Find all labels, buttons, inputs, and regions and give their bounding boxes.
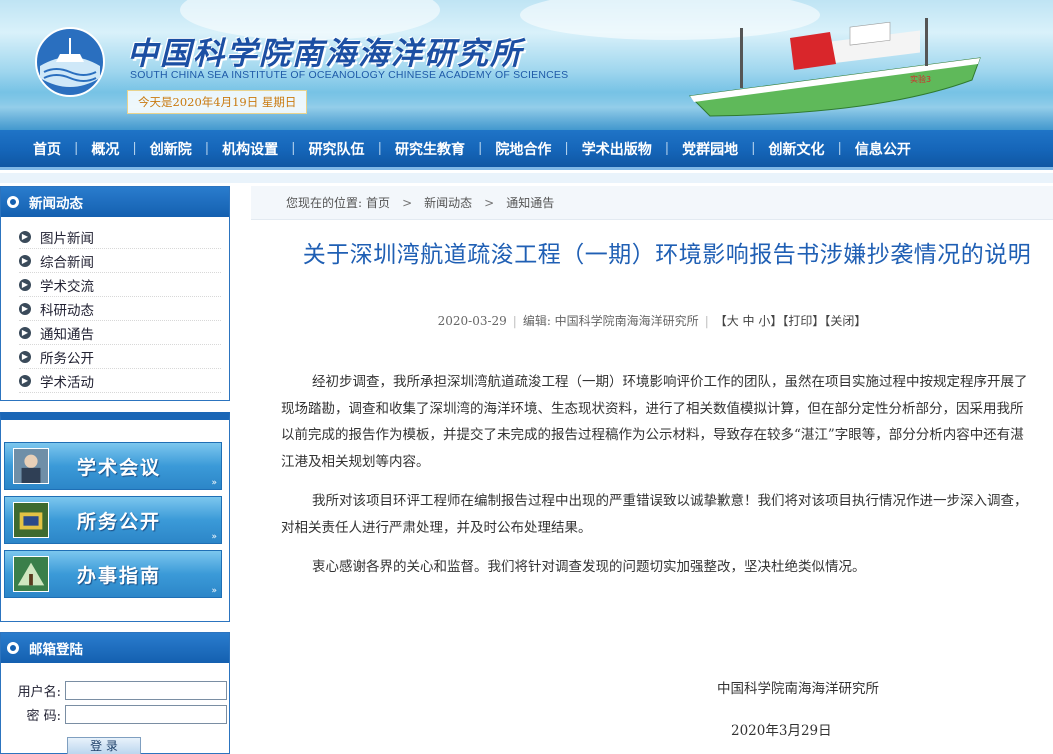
username-row: 用户名: — [1, 681, 227, 700]
sidebar-item-academic-activities[interactable]: ▶ 学术活动 — [19, 369, 221, 393]
sidebar-news-title: 新闻动态 — [29, 196, 83, 212]
bullet-circle-icon — [7, 196, 19, 208]
password-row: 密 码: — [1, 705, 227, 724]
conference-photo-icon — [13, 448, 49, 484]
double-arrow-icon: » — [211, 586, 217, 596]
nav-home[interactable]: 首页 — [20, 139, 74, 159]
nav-research-team[interactable]: 研究队伍 — [296, 139, 378, 159]
arrow-right-icon: ▶ — [19, 278, 31, 291]
breadcrumb-news[interactable]: 新闻动态 — [424, 194, 472, 211]
nav-cooperation[interactable]: 院地合作 — [482, 139, 564, 159]
research-ship-icon: 实验3 — [688, 18, 981, 117]
breadcrumb-home[interactable]: 首页 — [366, 194, 390, 211]
article-date: 2020-03-29 — [437, 314, 507, 328]
font-size-controls[interactable]: 【大 中 小】 — [715, 314, 783, 328]
nav-innovation-institute[interactable]: 创新院 — [137, 139, 205, 159]
nav-culture[interactable]: 创新文化 — [756, 139, 838, 159]
sidebar-item-academic-exchange[interactable]: ▶ 学术交流 — [19, 273, 221, 297]
meta-separator: | — [704, 314, 709, 328]
breadcrumb-prefix: 您现在的位置: — [286, 196, 363, 210]
article-paragraph: 经初步调查，我所承担深圳湾航道疏浚工程（一期）环境影响评价工作的团队，虽然在项目… — [281, 374, 1028, 470]
affairs-photo-icon — [13, 502, 49, 538]
sidebar-item-affairs[interactable]: ▶ 所务公开 — [19, 345, 221, 369]
sidebar-news-box: 新闻动态 ▶ 图片新闻 ▶ 综合新闻 ▶ 学术交流 ▶ 科研动态 ▶ 通知通告 ▶ 所务公开… — [0, 186, 230, 401]
sidebar-item-label: 学术活动 — [40, 374, 94, 391]
main-nav: 首页 | 概况 | 创新院 | 机构设置 | 研究队伍 | 研究生教育 | 院地合作 | 学术… — [0, 130, 1053, 170]
breadcrumb-notices[interactable]: 通知通告 — [506, 194, 554, 211]
sidebar-item-label: 图片新闻 — [40, 230, 94, 247]
quick-link-label: 所务公开 — [77, 510, 162, 533]
nav-overview[interactable]: 概况 — [78, 139, 132, 159]
arrow-right-icon: ▶ — [19, 350, 31, 363]
article-paragraph: 衷心感谢各界的关心和监督。我们将针对调查发现的问题切实加强整改，坚决杜绝类似情况… — [312, 559, 866, 575]
article-editor: 编辑: 中国科学院南海海洋研究所 — [522, 314, 699, 328]
print-button[interactable]: 【打印】 — [782, 314, 824, 328]
arrow-right-icon: ▶ — [19, 230, 31, 243]
password-label: 密 码: — [26, 709, 61, 724]
close-button[interactable]: 【关闭】 — [824, 314, 866, 328]
username-label: 用户名: — [17, 685, 61, 700]
article-signature: 中国科学院南海海洋研究所 — [717, 681, 879, 697]
quick-link-conference[interactable]: 学术会议 » — [4, 442, 222, 490]
sidebar-item-label: 科研动态 — [40, 302, 94, 319]
article-body: 经初步调查，我所承担深圳湾航道疏浚工程（一期）环境影响评价工作的团队，虽然在项目… — [281, 369, 1031, 594]
nav-disclosure[interactable]: 信息公开 — [842, 139, 924, 159]
arrow-right-icon: ▶ — [19, 302, 31, 315]
quick-link-label: 办事指南 — [77, 564, 162, 587]
nav-party[interactable]: 党群园地 — [669, 139, 751, 159]
nav-organization[interactable]: 机构设置 — [209, 139, 291, 159]
arrow-right-icon: ▶ — [19, 374, 31, 387]
sidebar-item-picture-news[interactable]: ▶ 图片新闻 — [19, 225, 221, 249]
sidebar-item-label: 通知通告 — [40, 326, 94, 343]
username-input[interactable] — [65, 681, 227, 700]
sidebar-item-label: 综合新闻 — [40, 254, 94, 271]
double-arrow-icon: » — [211, 478, 217, 488]
sidebar-news-heading: 新闻动态 — [1, 187, 229, 217]
breadcrumb-separator-icon: > — [484, 195, 495, 210]
institute-logo-icon — [35, 27, 105, 97]
mail-login-title: 邮箱登陆 — [29, 642, 83, 658]
ship-label: 实验3 — [910, 74, 931, 84]
breadcrumb-separator-icon: > — [402, 195, 413, 210]
password-input[interactable] — [65, 705, 227, 724]
login-button[interactable]: 登 录 — [67, 737, 141, 754]
mail-login-heading: 邮箱登陆 — [1, 633, 229, 663]
sidebar-mail-login: 邮箱登陆 用户名: 密 码: 登 录 — [0, 632, 230, 754]
article-title: 关于深圳湾航道疏浚工程（一期）环境影响报告书涉嫌抄袭情况的说明 — [302, 242, 1032, 268]
sidebar-item-notices[interactable]: ▶ 通知通告 — [19, 321, 221, 345]
nav-shadow-strip — [0, 173, 1053, 183]
sidebar-item-label: 学术交流 — [40, 278, 94, 295]
sidebar-item-research-news[interactable]: ▶ 科研动态 — [19, 297, 221, 321]
quick-link-affairs[interactable]: 所务公开 » — [4, 496, 222, 544]
meta-separator: | — [512, 314, 517, 328]
bullet-circle-icon — [7, 642, 19, 654]
sidebar-quick-links: 学术会议 » 所务公开 » 办事指南 » — [0, 412, 230, 622]
nav-graduate-education[interactable]: 研究生教育 — [382, 139, 478, 159]
article-paragraph: 我所对该项目环评工程师在编制报告过程中出现的严重错误致以诚挚歉意！我们将对该项目… — [281, 493, 1028, 536]
article-sign-date: 2020年3月29日 — [731, 723, 832, 739]
arrow-right-icon: ▶ — [19, 254, 31, 267]
quick-link-guide[interactable]: 办事指南 » — [4, 550, 222, 598]
sidebar-item-general-news[interactable]: ▶ 综合新闻 — [19, 249, 221, 273]
sidebar-news-list: ▶ 图片新闻 ▶ 综合新闻 ▶ 学术交流 ▶ 科研动态 ▶ 通知通告 ▶ 所务公开 ▶ 学术活… — [1, 217, 229, 393]
today-date: 今天是2020年4月19日 星期日 — [127, 90, 308, 114]
arrow-right-icon: ▶ — [19, 326, 31, 339]
article-meta: 2020-03-29 | 编辑: 中国科学院南海海洋研究所 | 【大 中 小】【打印】【… — [251, 312, 1053, 329]
breadcrumb: 您现在的位置: 首页 > 新闻动态 > 通知通告 — [251, 186, 1053, 220]
site-title: 中国科学院南海海洋研究所 — [127, 36, 523, 72]
guide-photo-icon — [13, 556, 49, 592]
quick-link-label: 学术会议 — [77, 456, 162, 479]
nav-publications[interactable]: 学术出版物 — [569, 139, 665, 159]
sidebar-item-label: 所务公开 — [40, 350, 94, 367]
double-arrow-icon: » — [211, 532, 217, 542]
site-title-english: SOUTH CHINA SEA INSTITUTE OF OCEANOLOGY … — [130, 69, 569, 81]
main-content: 您现在的位置: 首页 > 新闻动态 > 通知通告 关于深圳湾航道疏浚工程（一期）… — [251, 186, 1053, 754]
header-banner: 中国科学院南海海洋研究所 SOUTH CHINA SEA INSTITUTE O… — [0, 0, 1053, 130]
